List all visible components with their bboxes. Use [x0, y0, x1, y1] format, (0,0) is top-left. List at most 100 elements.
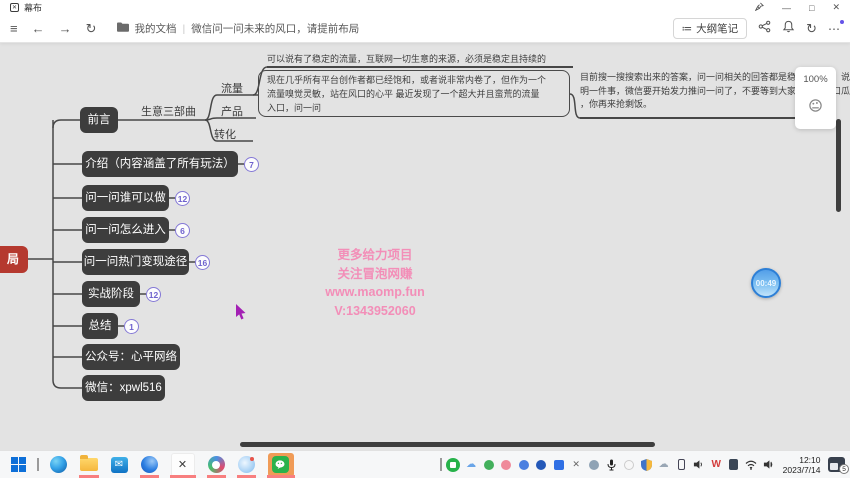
toolbar: ≡ ← → ↻ 我的文档 | 微信问一问未来的风口，请提前布局 ≔ 大纲笔记 ↻…	[0, 15, 850, 43]
taskbar-blue-app-icon[interactable]	[139, 452, 160, 478]
share-icon[interactable]	[758, 20, 771, 38]
tray-icon[interactable]	[482, 458, 495, 471]
topic-node-official-account[interactable]: 公众号：心平网络	[82, 344, 180, 370]
watermark-line: 关注冒泡网赚	[300, 265, 450, 284]
tray-microphone-icon[interactable]	[605, 458, 618, 471]
tray-cloud-icon[interactable]: ☁	[465, 458, 478, 471]
tray-recorder-icon[interactable]	[446, 458, 460, 472]
notification-count-badge: 5	[839, 464, 849, 474]
badge-count[interactable]: 1	[124, 319, 139, 334]
taskbar-browser-icon[interactable]	[48, 452, 69, 478]
taskbar-meeting-app-icon[interactable]	[206, 452, 227, 478]
tray-phone-icon[interactable]	[675, 458, 688, 471]
tray-volume-icon[interactable]	[762, 458, 775, 471]
breadcrumb: 我的文档 | 微信问一问未来的风口，请提前布局	[117, 21, 360, 36]
sync-icon[interactable]: ↻	[806, 22, 817, 35]
clock-time: 12:10	[783, 455, 821, 465]
note-underline	[267, 66, 573, 68]
minimize-button[interactable]: —	[782, 3, 791, 13]
notification-dot	[840, 20, 844, 24]
note-flow-box[interactable]: 现在几乎所有平台创作者都已经饱和，或者说非常内卷了，但作为一个 流量嗅觉灵敏，站…	[258, 70, 570, 117]
watermark-line: www.maomp.fun	[300, 283, 450, 302]
vertical-scrollbar[interactable]	[836, 119, 841, 212]
note-underline	[580, 117, 812, 119]
topic-node-how-to-enter[interactable]: 问一问怎么进入	[82, 217, 169, 243]
taskbar-mail-icon[interactable]: ✉	[109, 452, 130, 478]
watermark-line: V:1343952060	[300, 302, 450, 321]
watermark-line: 更多给力项目	[300, 246, 450, 265]
taskbar-chat-app-icon[interactable]	[236, 452, 257, 478]
watermark: 更多给力项目 关注冒泡网赚 www.maomp.fun V:1343952060	[300, 246, 450, 320]
sub-label-product[interactable]: 产品	[221, 103, 243, 119]
notification-center-icon[interactable]: 5	[828, 457, 845, 472]
breadcrumb-folder[interactable]: 我的文档	[135, 21, 177, 36]
tray-wps-icon[interactable]: W	[710, 458, 723, 471]
taskbar-separator	[37, 458, 39, 471]
hamburger-menu-icon[interactable]: ≡	[10, 22, 18, 35]
back-icon[interactable]: ←	[32, 22, 45, 35]
forward-icon[interactable]: →	[59, 22, 72, 35]
tray-speaker-icon[interactable]	[692, 458, 705, 471]
document-title[interactable]: 微信问一问未来的风口，请提前布局	[191, 21, 359, 36]
topic-node-intro[interactable]: 介绍（内容涵盖了所有玩法）	[82, 151, 238, 177]
zoom-panel: 100%	[795, 67, 836, 129]
start-button[interactable]	[9, 452, 28, 478]
badge-count[interactable]: 16	[195, 255, 210, 270]
maximize-button[interactable]: □	[809, 3, 814, 13]
sub-label-convert[interactable]: 转化	[214, 126, 236, 142]
badge-count[interactable]: 7	[244, 157, 259, 172]
tray-icon[interactable]	[587, 458, 600, 471]
branch-label-trilogy[interactable]: 生意三部曲	[141, 103, 196, 119]
outline-note-label: 大纲笔记	[696, 21, 738, 36]
taskbar: ✉ ✕ ☁ ✕ ☁ W	[0, 450, 850, 478]
sub-label-flow[interactable]: 流量	[221, 80, 243, 96]
taskbar-wechat-icon[interactable]	[266, 452, 296, 478]
topic-node-practice[interactable]: 实战阶段	[82, 281, 140, 307]
breadcrumb-separator: |	[183, 23, 186, 35]
tray-cloud-icon[interactable]: ☁	[657, 458, 670, 471]
topic-node-wechat-id[interactable]: 微信：xpwl516	[82, 375, 165, 401]
mindmap-canvas[interactable]: 局 前言 介绍（内容涵盖了所有玩法） 问一问谁可以做 问一问怎么进入 问一问热门…	[0, 43, 850, 450]
tray-separator	[440, 458, 442, 471]
badge-count[interactable]: 6	[175, 223, 190, 238]
badge-count[interactable]: 12	[146, 287, 161, 302]
timer-value: 00:49	[756, 279, 776, 288]
outline-list-icon: ≔	[682, 23, 693, 35]
recording-timer-bubble[interactable]: 00:49	[751, 268, 781, 298]
tray-icon[interactable]	[622, 458, 635, 471]
outline-note-button[interactable]: ≔ 大纲笔记	[673, 18, 748, 39]
topic-node-preface[interactable]: 前言	[80, 107, 118, 133]
clock-date: 2023/7/14	[783, 465, 821, 475]
root-node[interactable]: 局	[0, 246, 28, 273]
topic-node-summary[interactable]: 总结	[82, 313, 118, 339]
tray-icon[interactable]	[552, 458, 565, 471]
close-button[interactable]: ✕	[832, 2, 840, 13]
badge-count[interactable]: 12	[175, 191, 190, 206]
pin-icon[interactable]	[755, 2, 764, 13]
tray-icon[interactable]	[517, 458, 530, 471]
more-icon: ⋯	[828, 22, 840, 36]
app-logo-icon: ✕	[10, 3, 19, 12]
tray-network-icon[interactable]	[745, 458, 758, 471]
refresh-icon[interactable]: ↻	[86, 22, 97, 35]
folder-icon	[117, 22, 129, 35]
taskbar-file-explorer-icon[interactable]	[78, 452, 100, 478]
app-title: 幕布	[24, 1, 42, 14]
tray-close-icon[interactable]: ✕	[570, 458, 583, 471]
tray-security-shield-icon[interactable]	[640, 458, 653, 471]
tray-icon[interactable]	[727, 458, 740, 471]
more-menu-button[interactable]: ⋯	[828, 22, 840, 36]
theme-palette-icon[interactable]	[808, 98, 823, 118]
tray-icon[interactable]	[500, 458, 513, 471]
bell-icon[interactable]	[782, 20, 795, 38]
note-flow-top[interactable]: 可以说有了稳定的流量，互联网一切生意的来源，必须是稳定且持续的	[267, 53, 546, 67]
tray-icon[interactable]	[535, 458, 548, 471]
mouse-cursor	[236, 304, 248, 326]
horizontal-scrollbar[interactable]	[240, 442, 655, 447]
taskbar-mubu-icon[interactable]: ✕	[169, 452, 197, 478]
taskbar-clock[interactable]: 12:10 2023/7/14	[780, 455, 824, 475]
topic-node-who-can-do[interactable]: 问一问谁可以做	[82, 185, 169, 211]
zoom-level: 100%	[803, 74, 827, 85]
window-titlebar: ✕ 幕布 — □ ✕	[0, 0, 850, 15]
topic-node-monetize[interactable]: 问一问热门变现途径	[82, 249, 189, 275]
